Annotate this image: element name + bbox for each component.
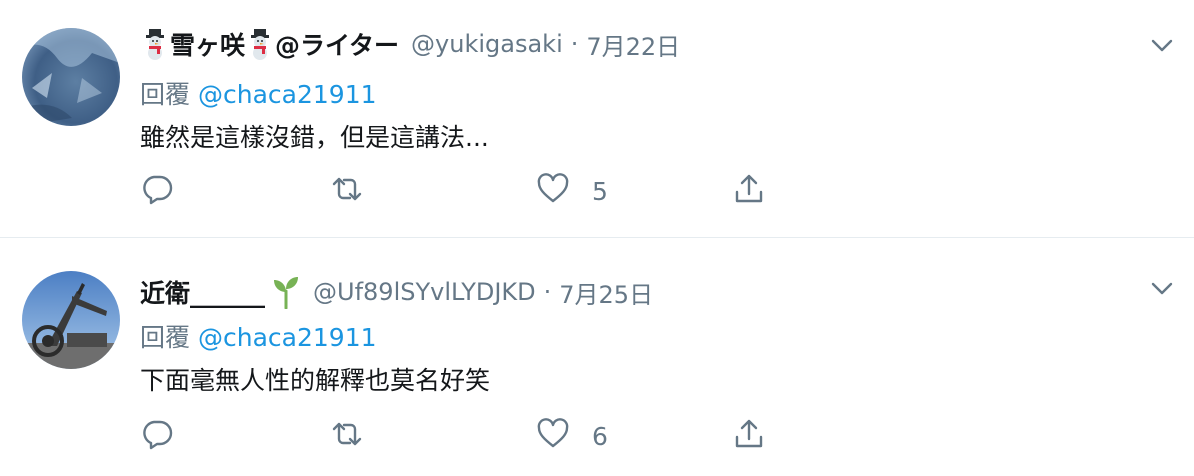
- like-count: 6: [592, 421, 608, 451]
- display-name-main: 近衛______: [140, 279, 266, 308]
- display-name[interactable]: 雪ヶ咲 @ライター: [140, 26, 399, 62]
- reply-button[interactable]: [140, 418, 174, 454]
- avatar[interactable]: [22, 271, 120, 369]
- tweet-header: 近衛______ @Uf89lSYvlLYDJKD · 7月25日: [140, 274, 653, 310]
- chevron-down-icon[interactable]: [1150, 38, 1174, 54]
- separator-dot: ·: [543, 278, 552, 306]
- reply-icon: [140, 417, 174, 455]
- heart-icon: [536, 172, 570, 210]
- sprout-icon: [271, 275, 301, 310]
- user-handle[interactable]: @Uf89lSYvlLYDJKD: [313, 278, 536, 306]
- tweet-header: 雪ヶ咲 @ライター @yukigasaki · 7月22日: [140, 26, 680, 62]
- tweet-text: 雖然是這樣沒錯，但是這講法...: [140, 123, 489, 152]
- tweet-date[interactable]: 7月25日: [559, 275, 653, 310]
- retweet-button[interactable]: [330, 418, 364, 454]
- snowman-icon: [140, 28, 170, 60]
- snowman-icon: [245, 28, 275, 60]
- reply-label: 回覆: [140, 323, 191, 352]
- heart-icon: [536, 417, 570, 455]
- user-handle[interactable]: @yukigasaki: [411, 30, 563, 58]
- reply-context: 回覆 @chaca21911: [140, 75, 377, 111]
- display-name-suffix: @ライター: [275, 31, 400, 60]
- reply-context: 回覆 @chaca21911: [140, 318, 377, 354]
- like-count: 5: [592, 176, 608, 206]
- reply-icon: [140, 172, 174, 210]
- like-button[interactable]: 6: [536, 418, 608, 454]
- share-button[interactable]: [732, 418, 766, 454]
- retweet-button[interactable]: [330, 173, 364, 209]
- avatar[interactable]: [22, 28, 120, 126]
- tweet-text: 下面毫無人性的解釋也莫名好笑: [140, 366, 491, 395]
- display-name[interactable]: 近衛______: [140, 274, 301, 310]
- chevron-down-icon[interactable]: [1150, 281, 1174, 297]
- tweet[interactable]: 雪ヶ咲 @ライター @yukigasaki · 7月22日 回覆 @chaca2…: [0, 0, 1194, 238]
- share-icon: [732, 172, 766, 210]
- separator-dot: ·: [570, 30, 579, 58]
- reply-mention-link[interactable]: @chaca21911: [198, 80, 377, 109]
- tweet-date[interactable]: 7月22日: [586, 27, 680, 62]
- share-icon: [732, 417, 766, 455]
- display-name-main: 雪ヶ咲: [170, 31, 246, 60]
- retweet-icon: [330, 417, 364, 455]
- reply-label: 回覆: [140, 80, 191, 109]
- like-button[interactable]: 5: [536, 173, 608, 209]
- retweet-icon: [330, 172, 364, 210]
- reply-mention-link[interactable]: @chaca21911: [198, 323, 377, 352]
- tweet[interactable]: 近衛______ @Uf89lSYvlLYDJKD · 7月25日 回覆 @cha…: [0, 238, 1194, 476]
- share-button[interactable]: [732, 173, 766, 209]
- reply-button[interactable]: [140, 173, 174, 209]
